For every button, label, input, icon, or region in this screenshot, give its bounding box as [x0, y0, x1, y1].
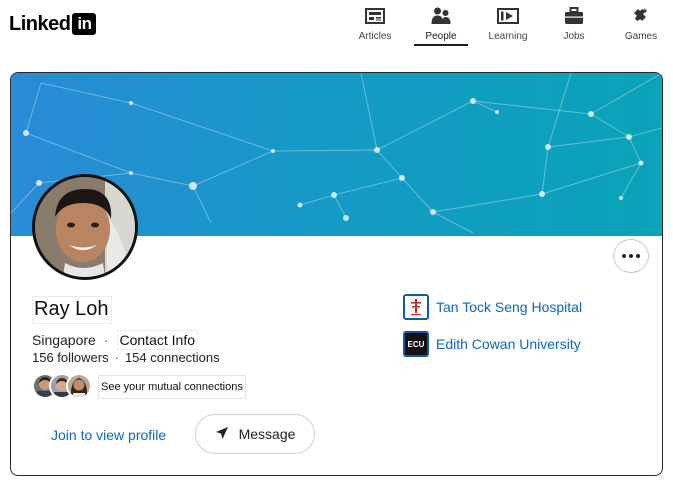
mutual-avatars — [32, 373, 94, 401]
location-text: Singapore — [32, 332, 96, 348]
nav-label: People — [425, 31, 457, 42]
nav-label: Games — [624, 31, 658, 42]
nav-item-articles[interactable]: Articles — [359, 6, 391, 46]
organization-item-ecu[interactable]: ECU Edith Cowan University — [403, 331, 581, 357]
nav-label: Learning — [488, 31, 528, 42]
profile-photo[interactable] — [32, 174, 138, 280]
ellipsis-dot — [636, 254, 640, 258]
logo-wordmark: Linked — [9, 12, 71, 35]
nav-item-games[interactable]: Games — [624, 6, 658, 46]
mutual-connections-link[interactable]: See your mutual connections — [98, 375, 246, 399]
people-icon — [431, 6, 451, 26]
learning-icon — [497, 6, 519, 26]
message-button[interactable]: Message — [195, 414, 315, 454]
contact-info-link[interactable]: Contact Info — [116, 330, 198, 350]
connections-count: 154 connections — [124, 350, 220, 365]
nav-label: Jobs — [563, 31, 585, 42]
profile-name: Ray Loh — [32, 296, 112, 324]
more-actions-button[interactable] — [613, 239, 649, 273]
separator: · — [103, 332, 109, 348]
location-line: Singapore · Contact Info — [32, 330, 198, 350]
organization-name: Tan Tock Seng Hospital — [436, 299, 583, 315]
organization-name: Edith Cowan University — [436, 336, 581, 352]
network-stats: 156 followers · 154 connections — [32, 350, 220, 365]
message-label: Message — [238, 426, 296, 442]
avatar — [66, 373, 92, 399]
nav-item-jobs[interactable]: Jobs — [560, 6, 588, 46]
separator: · — [114, 350, 119, 365]
logo-in-box: in — [72, 13, 97, 35]
nav-item-people[interactable]: People — [424, 6, 458, 46]
top-navigation: Linked in Articles People Learning Jobs … — [0, 0, 673, 48]
ecu-logo: ECU — [403, 331, 429, 357]
articles-icon — [365, 6, 385, 26]
nav-item-learning[interactable]: Learning — [486, 6, 530, 46]
active-nav-indicator — [414, 44, 468, 46]
followers-count: 156 followers — [32, 350, 109, 365]
linkedin-logo[interactable]: Linked in — [9, 12, 97, 36]
puzzle-icon — [631, 6, 651, 26]
ecu-logo-text: ECU — [407, 339, 425, 349]
ellipsis-dot — [629, 254, 633, 258]
briefcase-icon — [564, 6, 584, 26]
send-icon — [215, 426, 229, 443]
nav-label: Articles — [358, 31, 392, 42]
mutual-connections[interactable]: See your mutual connections — [32, 373, 246, 401]
join-to-view-profile-link[interactable]: Join to view profile — [51, 427, 166, 443]
ttsh-logo — [403, 294, 429, 320]
profile-card: Ray Loh Singapore · Contact Info 156 fol… — [10, 72, 663, 476]
organization-item-ttsh[interactable]: Tan Tock Seng Hospital — [403, 294, 582, 320]
ellipsis-dot — [622, 254, 626, 258]
